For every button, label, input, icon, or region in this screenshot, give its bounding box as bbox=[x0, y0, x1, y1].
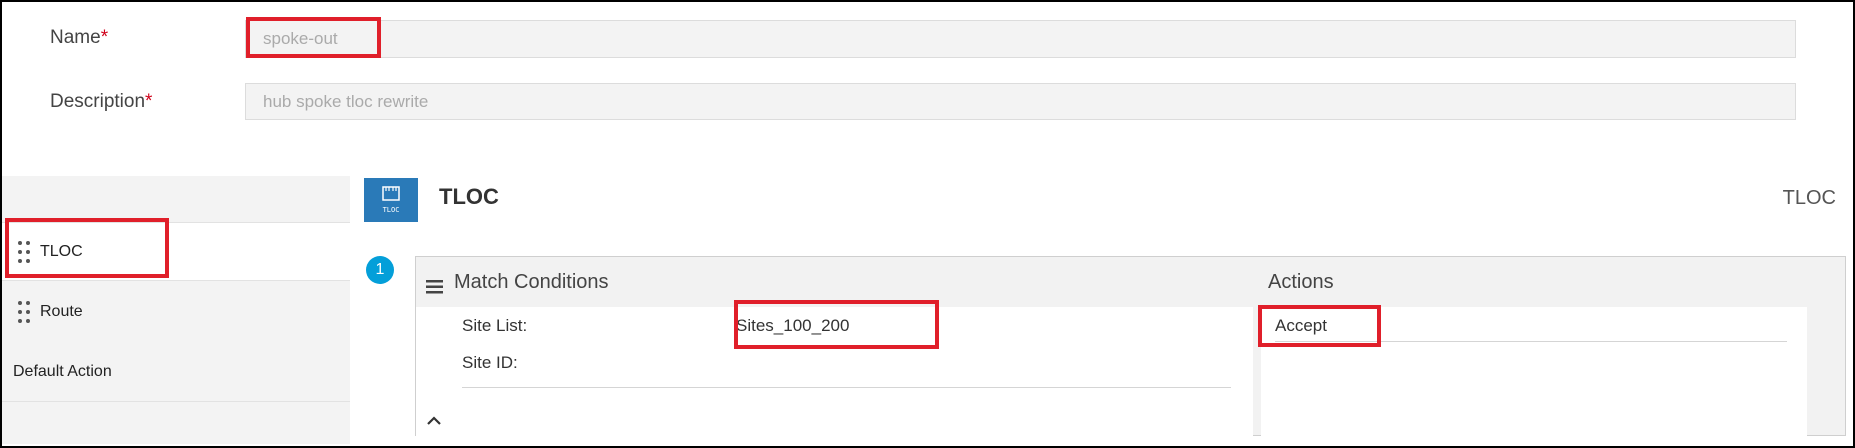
sequence-number-badge[interactable]: 1 bbox=[366, 256, 394, 284]
sidebar-item-tloc[interactable]: TLOC bbox=[2, 222, 350, 281]
name-label: Name* bbox=[50, 27, 108, 49]
match-row-value-site-list[interactable]: Sites_100_200 bbox=[736, 316, 849, 336]
description-label: Description* bbox=[50, 91, 152, 113]
sidebar-item-label: Default Action bbox=[13, 362, 112, 380]
action-row-divider bbox=[1275, 341, 1787, 342]
match-conditions-title: Match Conditions bbox=[454, 271, 609, 293]
actions-list: Accept bbox=[1261, 307, 1807, 436]
sequence-rule-panel: Match Conditions Actions Site List: Site… bbox=[415, 256, 1846, 436]
sidebar-item-label: TLOC bbox=[40, 242, 83, 260]
match-row-label-site-id: Site ID: bbox=[462, 353, 518, 372]
description-required-marker: * bbox=[145, 91, 153, 112]
tloc-icon-text: TLOC bbox=[383, 206, 400, 214]
tloc-icon: TLOC bbox=[364, 178, 418, 222]
drag-handle-icon[interactable] bbox=[18, 300, 30, 323]
match-conditions-list: Site List: Sites_100_200 Site ID: bbox=[416, 307, 1253, 436]
description-field[interactable]: hub spoke tloc rewrite bbox=[245, 83, 1796, 120]
sequence-type-sidebar: TLOC Route Default Action bbox=[2, 176, 350, 444]
sidebar-item-label: Route bbox=[40, 302, 83, 320]
drag-handle-icon[interactable] bbox=[18, 240, 30, 263]
name-field-value: spoke-out bbox=[263, 29, 338, 48]
sidebar-item-default-action[interactable]: Default Action bbox=[2, 342, 350, 401]
match-row-label-site-list: Site List: bbox=[462, 316, 528, 335]
hamburger-icon[interactable] bbox=[426, 280, 443, 294]
name-field[interactable]: spoke-out bbox=[245, 20, 1796, 58]
description-field-value: hub spoke tloc rewrite bbox=[263, 91, 429, 111]
match-row-divider bbox=[462, 387, 1231, 388]
sidebar-divider bbox=[2, 401, 350, 402]
sequence-title: TLOC bbox=[439, 184, 499, 209]
sidebar-item-route[interactable]: Route bbox=[2, 282, 350, 341]
description-label-text: Description bbox=[50, 91, 146, 112]
sequence-type-label: TLOC bbox=[1782, 187, 1836, 209]
action-value-accept[interactable]: Accept bbox=[1275, 316, 1327, 336]
collapse-chevron-icon[interactable] bbox=[426, 413, 442, 431]
name-label-text: Name bbox=[50, 27, 101, 48]
actions-title: Actions bbox=[1268, 271, 1334, 293]
name-required-marker: * bbox=[100, 27, 109, 48]
